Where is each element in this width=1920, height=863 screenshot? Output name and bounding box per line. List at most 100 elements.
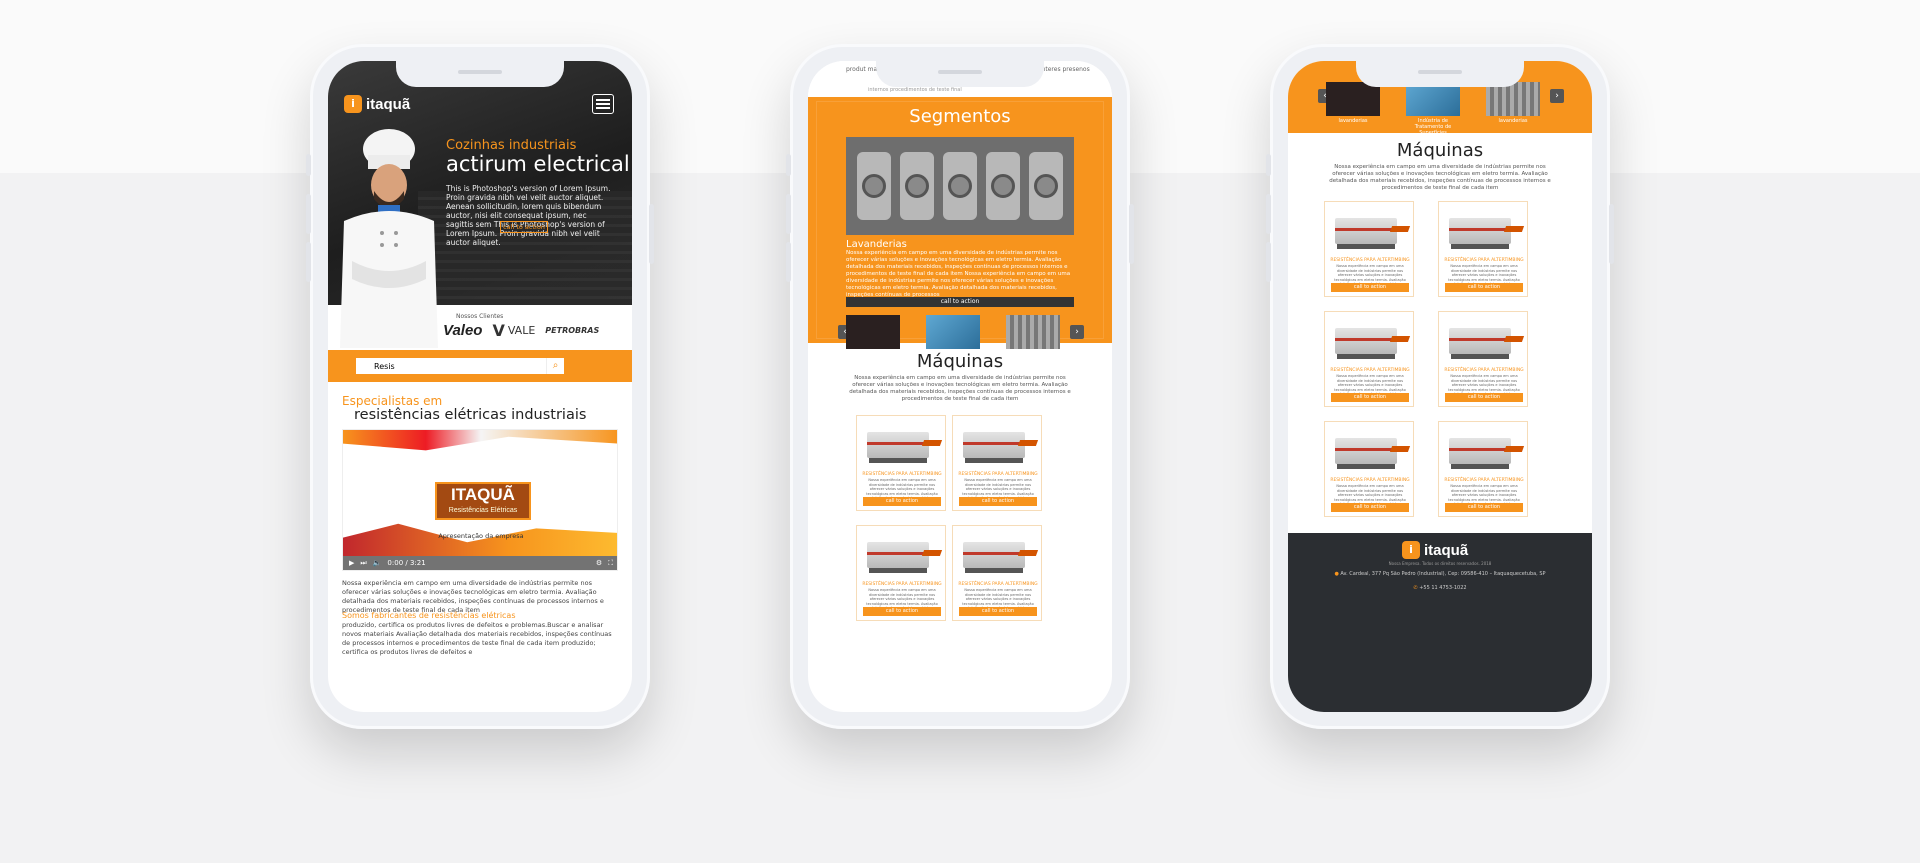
chevron-right-icon[interactable]: ›	[1550, 89, 1564, 103]
phone-mockup-3: ‹ › lavanderias Indústria de Tratamento …	[1266, 44, 1614, 729]
clients-label: Nossos Clientes	[456, 313, 504, 320]
volume-icon[interactable]: 🔈	[373, 559, 382, 567]
phone-volume-up-button	[306, 194, 311, 234]
machine-image	[863, 532, 943, 576]
logo-wordmark: itaquã	[1424, 541, 1469, 559]
machine-card: RESISTÊNCIAS PARA ALTERTIMBING Nossa exp…	[1438, 421, 1528, 517]
phone-mute-button	[306, 154, 311, 176]
vale-mark-icon: V	[492, 321, 505, 340]
card-cta-button[interactable]: call to action	[1445, 283, 1523, 292]
card-cta-button[interactable]: call to action	[863, 607, 941, 616]
washer-icon	[856, 152, 891, 220]
video-brand-name: ITAQUÃ	[451, 485, 515, 504]
phone-power-button	[1609, 204, 1614, 264]
segment-cta-button[interactable]: call to action	[846, 297, 1074, 307]
client-logo-valeo: Valeo	[443, 322, 483, 339]
card-cta-button[interactable]: call to action	[1445, 393, 1523, 402]
chef-image	[340, 129, 438, 348]
machines-title: Máquinas	[1396, 140, 1484, 161]
logo-mark-icon: i	[1402, 541, 1420, 559]
hero-title: actirum electrical	[446, 152, 630, 176]
segment-thumb[interactable]: Indústria de Tratamento de Superfícies	[1406, 82, 1460, 136]
site-footer: i itaquã Nossa Empresa. Todos os direito…	[1288, 533, 1592, 712]
phone-power-button	[1129, 204, 1134, 264]
thumb-image	[1486, 82, 1540, 116]
search-input[interactable]	[356, 358, 546, 374]
video-player[interactable]: ITAQUÃ Resistências Elétricas Apresentaçã…	[342, 429, 618, 571]
card-title: RESISTÊNCIAS PARA ALTERTIMBING	[1444, 368, 1524, 373]
second-paragraph: produzido, certifica os produtos livres …	[342, 621, 612, 656]
card-title: RESISTÊNCIAS PARA ALTERTIMBING	[1330, 478, 1410, 483]
site-logo[interactable]: i itaquã	[344, 95, 410, 113]
footer-tagline: Nossa Empresa. Todos os direitos reserva…	[1388, 561, 1492, 566]
speaker	[458, 70, 502, 74]
phone-icon: ✆	[1413, 585, 1418, 591]
speaker	[1418, 70, 1462, 74]
phone-mockup-1: i itaquã Cozinhas industriais actirum el…	[306, 44, 654, 729]
segment-title: Lavanderias	[846, 239, 907, 250]
machine-card: RESISTÊNCIAS PARA ALTERTIMBING Nossa exp…	[1324, 311, 1414, 407]
card-cta-button[interactable]: call to action	[1331, 283, 1409, 292]
washer-icon	[899, 152, 934, 220]
segment-thumb[interactable]: lavanderias	[1326, 82, 1380, 136]
card-cta-button[interactable]: call to action	[1331, 503, 1409, 512]
machine-card: RESISTÊNCIAS PARA ALTERTIMBING Nossa exp…	[1324, 201, 1414, 297]
machine-card: RESISTÊNCIAS PARA ALTERTIMBING Nossa exp…	[1438, 311, 1528, 407]
card-cta-button[interactable]: call to action	[959, 497, 1037, 506]
footer-phone-text: +55 11 4753-1022	[1419, 585, 1467, 591]
card-cta-button[interactable]: call to action	[1445, 503, 1523, 512]
machines-text: Nossa experiência em campo em uma divers…	[849, 375, 1071, 402]
footer-logo[interactable]: i itaquã	[1402, 541, 1468, 559]
next-icon[interactable]: ⏭	[360, 559, 366, 568]
machine-image	[1445, 428, 1525, 472]
settings-icon[interactable]: ⚙	[596, 559, 602, 567]
play-icon[interactable]: ▶	[349, 559, 354, 567]
machine-card: RESISTÊNCIAS PARA ALTERTIMBING Nossa exp…	[952, 415, 1042, 511]
video-caption: Apresentação da empresa	[438, 532, 524, 540]
fullscreen-icon[interactable]: ⛶	[608, 559, 613, 568]
phone-notch	[1356, 61, 1524, 87]
intro-paragraph: Nossa experiência em campo em uma divers…	[342, 579, 604, 614]
footer-address: ● Av. Cardeal, 377 Pq São Pedro (Industr…	[1288, 571, 1592, 577]
top-subtext: internos procedimentos de teste final	[868, 87, 962, 93]
phone-volume-down-button	[786, 242, 791, 282]
video-wave-top	[343, 430, 617, 451]
section-eyebrow: Especialistas em	[342, 394, 443, 408]
card-cta-button[interactable]: call to action	[1331, 393, 1409, 402]
section-heading: resistências elétricas industriais	[354, 407, 587, 423]
phone-screen-2: produt materiais i nteres presenos inter…	[808, 61, 1112, 712]
card-title: RESISTÊNCIAS PARA ALTERTIMBING	[1330, 258, 1410, 263]
phone-volume-down-button	[1266, 242, 1271, 282]
machine-image	[1331, 208, 1411, 252]
thumb-label: lavanderias	[1498, 118, 1528, 124]
card-title: RESISTÊNCIAS PARA ALTERTIMBING	[862, 472, 942, 477]
card-title: RESISTÊNCIAS PARA ALTERTIMBING	[958, 582, 1038, 587]
hero-cta-button[interactable]: call to action	[500, 221, 548, 233]
card-cta-button[interactable]: call to action	[863, 497, 941, 506]
segment-thumbnails: lavanderias Indústria de Tratamento de S…	[1326, 82, 1540, 136]
segments-title: Segmentos	[909, 106, 1011, 127]
search-icon[interactable]: ⌕	[546, 358, 564, 374]
hero-text: This is Photoshop's version of Lorem Ips…	[446, 184, 611, 247]
phone-volume-down-button	[306, 242, 311, 282]
card-cta-button[interactable]: call to action	[959, 607, 1037, 616]
top-text-right: i nteres presenos	[1038, 66, 1090, 73]
machine-card: RESISTÊNCIAS PARA ALTERTIMBING Nossa exp…	[1324, 421, 1414, 517]
chevron-right-icon[interactable]: ›	[1070, 325, 1084, 339]
logo-mark-icon: i	[344, 95, 362, 113]
card-title: RESISTÊNCIAS PARA ALTERTIMBING	[958, 472, 1038, 477]
thumb-image	[846, 315, 900, 349]
machine-card: RESISTÊNCIAS PARA ALTERTIMBING Nossa exp…	[1438, 201, 1528, 297]
machine-image	[1331, 318, 1411, 362]
speaker	[938, 70, 982, 74]
menu-icon[interactable]	[592, 94, 614, 114]
logo-wordmark: itaquã	[366, 95, 411, 113]
footer-phone[interactable]: ✆ +55 11 4753-1022	[1288, 585, 1592, 591]
phone-mockup-2: produt materiais i nteres presenos inter…	[786, 44, 1134, 729]
machine-image	[1331, 428, 1411, 472]
phone-volume-up-button	[1266, 194, 1271, 234]
thumb-label: Indústria de Tratamento de Superfícies	[1414, 118, 1452, 136]
clients-logos: Valeo V VALE PETROBRAS	[443, 321, 599, 340]
thumb-image	[1006, 315, 1060, 349]
segment-thumb[interactable]: lavanderias	[1486, 82, 1540, 136]
